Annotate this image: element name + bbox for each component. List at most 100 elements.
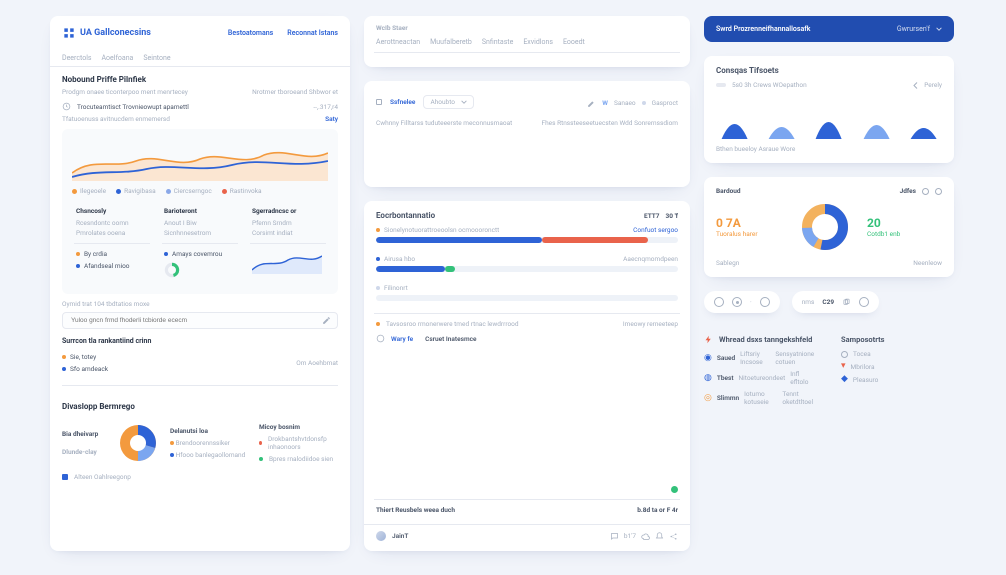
radio-a[interactable] [922, 188, 929, 195]
row3-left: Trocuteamtisct Trovnieowupt apamettl [77, 103, 189, 111]
progress-bar-3 [376, 295, 678, 301]
opt-b-1[interactable] [859, 297, 869, 307]
right-list-2: Samposotrts Tocea ▾Mbrilora ◆Pleasuro [841, 335, 954, 410]
legend-c: Ciercserngoc [174, 187, 212, 195]
legend-d: Rastinvoka [230, 187, 262, 195]
r1-item-1[interactable]: ◉SauedLiftsriy IncsoseSensyatnione cotue… [704, 350, 817, 366]
nav-tab-2[interactable]: Reconnat Istans [287, 29, 338, 37]
d-foot-l: Sablegn [716, 259, 739, 267]
mtab-2[interactable]: Muufalberetb [430, 38, 472, 46]
d-right-num: 20 [867, 216, 942, 230]
brand-logo: UA Gallconecsins [62, 26, 151, 40]
search-input[interactable] [69, 316, 316, 325]
subtab-1[interactable]: Deerctols [62, 54, 92, 62]
user-icon: ◉ [704, 354, 712, 363]
toggle-a[interactable]: Sanaeo [614, 99, 636, 107]
r2-item-3[interactable]: ◆Pleasuro [841, 375, 954, 384]
footer-name: JainT [392, 532, 408, 540]
share-icon[interactable] [669, 532, 678, 541]
checkbox[interactable] [376, 99, 382, 105]
opt-a-2[interactable] [732, 297, 742, 307]
circle-icon [841, 351, 848, 358]
r1-item-3[interactable]: ◎SlimmnIotumo kotuseieTennt oketdtltoel [704, 390, 817, 406]
column-middle: WcIb Staer Aerottneactan Muufalberetb Sn… [364, 16, 690, 551]
prog-bottom-l: Thiert Reusbels weea duch [376, 506, 455, 514]
bottom-caption: Alteen Oahlreegonp [74, 473, 131, 481]
chat-icon[interactable] [610, 532, 619, 541]
prog-1-right[interactable]: Confuot sergoo [633, 226, 678, 234]
mtab-1[interactable]: Aerottneactan [376, 38, 420, 46]
bell-icon[interactable] [655, 532, 664, 541]
row4-left: Tfatuoenuss avitnucdem enmemersd [62, 115, 170, 123]
status-block-title: Surrcon tla rankantiind crinn [62, 337, 338, 345]
mtab-3[interactable]: Snfintaste [482, 38, 513, 46]
opt-a-3[interactable] [760, 297, 770, 307]
filter-bar: Swrd Prozrenneifhannallosafk Gwrursen'f [704, 16, 954, 42]
doughnut-card: Bardoud Jdfes 0 7A Tuoralus harer [704, 177, 954, 277]
pill-group-b: nms C29 [792, 291, 879, 313]
meta-left: Prodgm onaee ticonterpoo ment menrtecey [62, 88, 188, 96]
prog-meta-b: 30 'f [666, 212, 678, 220]
mtab-5[interactable]: Eooedt [563, 38, 585, 46]
r1-item-2[interactable]: ◍TbestNitoetureondeetInfl efltolo [704, 370, 817, 386]
prog-2-right: Aaecnqmomdpeen [623, 255, 678, 263]
toggle-b[interactable]: Gasproct [652, 99, 678, 107]
left-small-labels: Bia dheivarp Dlunde-clay [62, 430, 106, 456]
progress-bar-2 [376, 266, 678, 272]
avatar-icon[interactable] [376, 531, 386, 541]
area-chart [72, 139, 328, 181]
mini-doughnut-icon [164, 262, 180, 278]
r2-item-1[interactable]: Tocea [841, 350, 954, 358]
pencil-icon[interactable] [322, 316, 331, 325]
trend-sub: 5s0 3h Crews WOepathon [732, 81, 807, 89]
detail-col-1: Chsncosly Rcesndontc oomn Pmrolates ooen… [72, 203, 152, 284]
hump-chart [716, 99, 942, 139]
prog-meta-a: ETT7 [644, 212, 660, 220]
search-input-wrap[interactable] [62, 312, 338, 329]
filter-cta[interactable]: Gwrursen'f [897, 25, 942, 33]
mid-tab-label: WcIb Staer [376, 24, 678, 32]
bar-chart [376, 133, 678, 177]
legend-a: Ilegeoele [80, 187, 106, 195]
prog-line-b2: Csruet Inatesmce [425, 335, 476, 343]
prog-line-b[interactable]: Wary fe [391, 335, 413, 343]
doughnut-chart-icon [801, 203, 849, 251]
square-icon [62, 474, 68, 480]
select-pill[interactable]: Ahoubto [423, 95, 474, 109]
prog-2-label: Airusa hbo [384, 255, 415, 263]
pencil-icon[interactable] [587, 99, 596, 108]
check-label: Ssfnelee [390, 98, 415, 106]
section-title: Nobound Priffe Pilnfiek [62, 75, 338, 84]
meta-right: Nrotmer tboroeand Shbwor et [252, 88, 338, 96]
opt-a-1[interactable] [714, 297, 724, 307]
prog-line-a: Tavsosroo rmonerwere tmed rtnac lewdrrro… [386, 320, 519, 328]
cloud-icon[interactable] [641, 532, 650, 541]
mini-area-icon [252, 250, 322, 274]
clock-icon [62, 102, 71, 111]
prev-icon[interactable] [913, 82, 918, 89]
d-right-sub: Cotdb1 enb [867, 230, 942, 238]
nav-tab-1[interactable]: Bestoatomans [228, 29, 273, 37]
sub-nav: Deerctols Aoelfoana Seintone [50, 50, 350, 67]
subtab-3[interactable]: Seintone [143, 54, 170, 62]
pill-group-a: · [704, 291, 780, 313]
mtab-4[interactable]: Exvidlons [523, 38, 553, 46]
trend-title: Consqas Tifsoets [716, 66, 942, 75]
globe-icon: ◍ [704, 374, 712, 383]
d-left-num: 0 7A [716, 216, 791, 230]
radio-b[interactable] [935, 188, 942, 195]
target-icon: ◎ [704, 394, 712, 403]
detail-col-2: Barioteront Anout I Biw Sicnhnnesetrom A… [160, 203, 240, 284]
mid-row-a: Cwhnny Filltarss tuduteeerste meconnusma… [376, 119, 512, 127]
row4-right-toggle[interactable]: Saty [325, 115, 338, 123]
detail-col-3: Sgerradncsc or Pfemn Srndm Corsimt india… [248, 203, 328, 284]
prog-bottom-v: b.8d ta or F 4r [637, 506, 678, 514]
filter-title: Swrd Prozrenneifhannallosafk [716, 25, 810, 33]
r2-item-2[interactable]: ▾Mbrilora [841, 362, 954, 371]
pie-chart-icon [116, 421, 160, 465]
copy-icon[interactable] [842, 298, 851, 307]
subtab-2[interactable]: Aoelfoana [102, 54, 134, 62]
trend-sel[interactable]: Perely [924, 81, 942, 89]
pill-b-0: nms [802, 298, 815, 306]
right-list-1: Whread dsxs tanngekshfeld ◉SauedLiftsriy… [704, 335, 817, 410]
